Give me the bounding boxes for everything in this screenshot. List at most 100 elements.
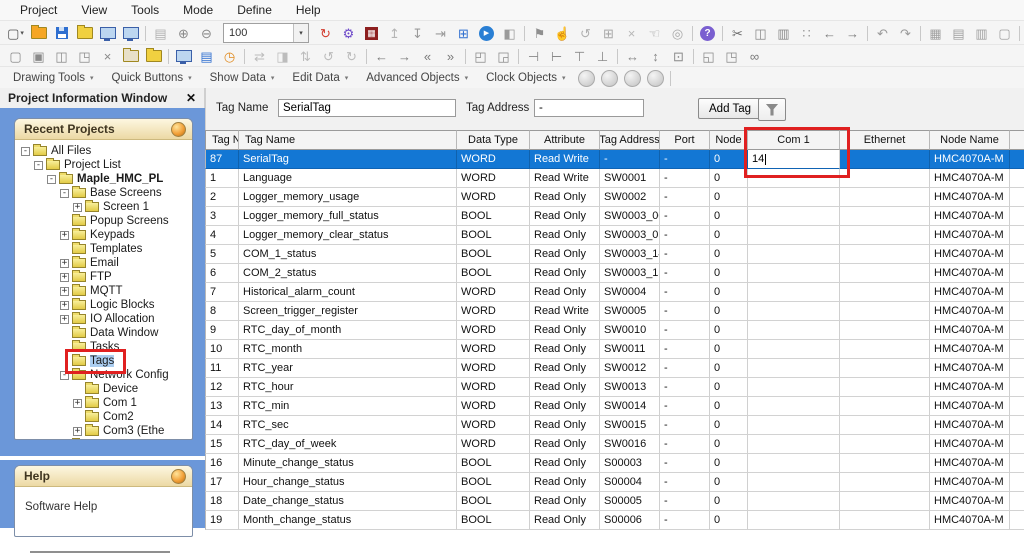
table-cell[interactable] <box>1010 188 1024 207</box>
ungroup-icon[interactable]: ◳ <box>720 46 743 66</box>
chevron-down-icon[interactable]: ▾ <box>293 24 308 42</box>
table-cell[interactable] <box>1010 416 1024 435</box>
column-header-node-name[interactable]: Node Name <box>930 130 1010 150</box>
table-row[interactable]: 5COM_1_statusBOOLRead OnlySW0003_14-0HMC… <box>205 245 1024 264</box>
table-cell[interactable]: BOOL <box>457 264 530 283</box>
table-cell[interactable]: 0 <box>710 359 748 378</box>
send-to-back-icon[interactable]: ◲ <box>492 46 515 66</box>
table-cell[interactable] <box>1010 264 1024 283</box>
table-cell[interactable]: 11 <box>205 359 239 378</box>
tree-item-email[interactable]: +Email <box>21 256 192 270</box>
bring-to-front-icon[interactable]: ◰ <box>469 46 492 66</box>
flip-horizontal-icon[interactable]: ⇄ <box>248 46 271 66</box>
table-cell[interactable] <box>1010 321 1024 340</box>
table-cell[interactable]: WORD <box>457 397 530 416</box>
zoom-out-icon[interactable]: ⊖ <box>195 23 218 43</box>
cut-disabled-icon[interactable]: × <box>620 23 643 43</box>
screen-folder-icon[interactable] <box>119 46 142 66</box>
table-cell[interactable]: - <box>660 378 710 397</box>
table-cell[interactable]: HMC4070A-M <box>930 340 1010 359</box>
screen-copy-icon[interactable]: ◫ <box>50 46 73 66</box>
tree-item-popup-screens[interactable]: Popup Screens <box>21 214 192 228</box>
move-first-icon[interactable]: « <box>416 46 439 66</box>
table-cell[interactable]: HMC4070A-M <box>930 188 1010 207</box>
tag-grid-icon[interactable]: ⊞ <box>452 23 475 43</box>
table-cell[interactable] <box>840 302 930 321</box>
screen-add-icon[interactable]: ▣ <box>27 46 50 66</box>
column-header-data-type[interactable]: Data Type <box>457 130 530 150</box>
grid-2-icon[interactable]: ▤ <box>947 23 970 43</box>
table-cell[interactable] <box>1010 359 1024 378</box>
table-row[interactable]: 17Hour_change_statusBOOLRead OnlyS00004-… <box>205 473 1024 492</box>
move-last-icon[interactable]: » <box>439 46 462 66</box>
column-header-tag-address[interactable]: Tag Address <box>600 130 660 150</box>
table-cell[interactable]: Read Only <box>530 207 600 226</box>
tree-item-com-1[interactable]: +Com 1 <box>21 396 192 410</box>
table-cell[interactable]: Read Only <box>530 264 600 283</box>
add-tag-button[interactable]: Add Tag <box>698 98 762 119</box>
move-right-icon[interactable]: → <box>393 46 416 66</box>
table-cell[interactable]: - <box>660 245 710 264</box>
table-cell[interactable]: Read Only <box>530 492 600 511</box>
table-cell[interactable]: HMC4070A-M <box>930 283 1010 302</box>
table-cell[interactable]: SW0003_15 <box>600 264 660 283</box>
table-cell[interactable] <box>1010 511 1024 530</box>
tag-name-input[interactable] <box>278 99 456 117</box>
table-cell[interactable]: 0 <box>710 150 748 169</box>
tree-item-project-list[interactable]: -Project List <box>21 158 192 172</box>
tree-item-com3-ethe[interactable]: +Com3 (Ethe <box>21 424 192 438</box>
column-header-node[interactable]: Node <box>710 130 748 150</box>
probe-icon[interactable]: ↥ <box>383 23 406 43</box>
table-cell[interactable] <box>748 321 840 340</box>
table-cell[interactable]: WORD <box>457 378 530 397</box>
table-cell[interactable]: 0 <box>710 492 748 511</box>
table-cell[interactable]: 0 <box>710 245 748 264</box>
table-cell[interactable] <box>1010 454 1024 473</box>
table-cell[interactable]: RTC_sec <box>239 416 457 435</box>
table-cell[interactable]: BOOL <box>457 454 530 473</box>
table-row[interactable]: 12RTC_hourWORDRead OnlySW0013-0HMC4070A-… <box>205 378 1024 397</box>
hmi-settings-icon[interactable] <box>172 46 195 66</box>
table-cell[interactable]: COM_2_status <box>239 264 457 283</box>
table-cell[interactable]: RTC_month <box>239 340 457 359</box>
tree-item-screen-1[interactable]: +Screen 1 <box>21 200 192 214</box>
table-cell[interactable] <box>840 188 930 207</box>
table-cell[interactable]: BOOL <box>457 492 530 511</box>
menu-mode[interactable]: Mode <box>171 1 225 19</box>
table-row[interactable]: 8Screen_trigger_registerWORDRead WriteSW… <box>205 302 1024 321</box>
table-cell[interactable] <box>1010 435 1024 454</box>
table-cell[interactable]: WORD <box>457 359 530 378</box>
table-cell[interactable]: 0 <box>710 454 748 473</box>
close-icon[interactable]: ✕ <box>186 91 196 105</box>
dropdown-clock-objects[interactable]: Clock Objects▾ <box>477 70 574 86</box>
table-cell[interactable]: SW0003_01 <box>600 226 660 245</box>
table-cell[interactable] <box>840 150 930 169</box>
table-cell[interactable]: Read Write <box>530 302 600 321</box>
table-row[interactable]: 16Minute_change_statusBOOLRead OnlyS0000… <box>205 454 1024 473</box>
table-cell[interactable] <box>748 473 840 492</box>
table-cell[interactable]: 0 <box>710 188 748 207</box>
table-cell[interactable]: Read Only <box>530 473 600 492</box>
table-cell[interactable] <box>840 169 930 188</box>
table-cell[interactable] <box>1010 169 1024 188</box>
table-cell[interactable]: SW0005 <box>600 302 660 321</box>
table-cell[interactable]: - <box>660 169 710 188</box>
table-cell[interactable]: Read Only <box>530 416 600 435</box>
same-height-icon[interactable]: ↕ <box>644 46 667 66</box>
table-cell[interactable]: - <box>660 340 710 359</box>
table-cell[interactable] <box>840 473 930 492</box>
tree-item-com2[interactable]: Com2 <box>21 410 192 424</box>
table-row[interactable]: 2Logger_memory_usageWORDRead OnlySW0002-… <box>205 188 1024 207</box>
table-cell[interactable]: - <box>660 359 710 378</box>
table-cell[interactable]: Read Only <box>530 321 600 340</box>
dropdown-drawing-tools[interactable]: Drawing Tools▾ <box>4 70 103 86</box>
table-row[interactable]: 3Logger_memory_full_statusBOOLRead OnlyS… <box>205 207 1024 226</box>
align-right-icon[interactable]: ⊢ <box>545 46 568 66</box>
wheel-icon[interactable]: ◎ <box>666 23 689 43</box>
tree-item-all-files[interactable]: -All Files <box>21 144 192 158</box>
find-icon[interactable]: ∞ <box>743 46 766 66</box>
table-cell[interactable]: Read Only <box>530 435 600 454</box>
database-icon[interactable]: ▤ <box>195 46 218 66</box>
tree-item-data-window[interactable]: Data Window <box>21 326 192 340</box>
grid-4-icon[interactable]: ▢ <box>993 23 1016 43</box>
